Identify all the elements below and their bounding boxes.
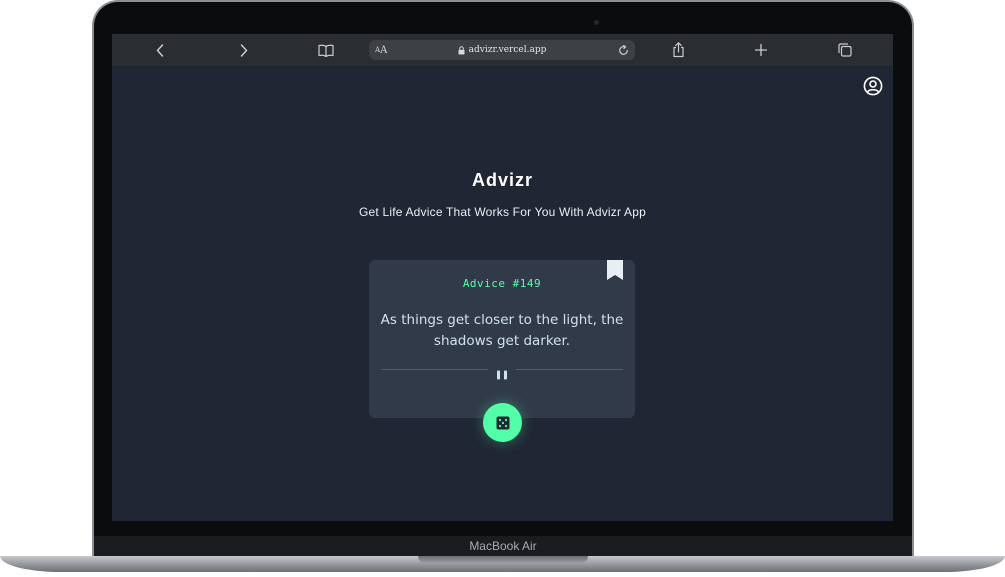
laptop-mockup: AA advizr.vercel.app Advizr Get Life Adv…	[0, 0, 1005, 577]
bottom-bezel: MacBook Air	[94, 536, 912, 556]
lock-icon	[458, 45, 465, 55]
screen: AA advizr.vercel.app Advizr Get Life Adv…	[112, 34, 893, 521]
dice-icon	[496, 416, 509, 429]
reload-button[interactable]	[618, 40, 629, 60]
user-circle-icon	[863, 76, 883, 96]
url-text: advizr.vercel.app	[468, 45, 547, 55]
app-subtitle: Get Life Advice That Works For You With …	[358, 205, 647, 219]
url-display[interactable]: advizr.vercel.app	[369, 40, 635, 60]
tabs-overview-button[interactable]	[836, 34, 854, 66]
new-advice-button[interactable]	[483, 403, 522, 442]
book-icon	[318, 44, 334, 57]
forward-button[interactable]	[234, 34, 254, 66]
advice-quote: As things get closer to the light, the s…	[380, 312, 624, 349]
browser-toolbar: AA advizr.vercel.app	[112, 34, 893, 66]
share-button[interactable]	[669, 34, 687, 66]
app-title: Advizr	[471, 170, 533, 190]
profile-button[interactable]	[863, 76, 883, 96]
advice-number: Advice #149	[462, 277, 542, 290]
reader-button[interactable]	[316, 34, 336, 66]
new-tab-button[interactable]	[752, 34, 770, 66]
chevron-right-icon	[240, 43, 248, 57]
advizr-page: Advizr Get Life Advice That Works For Yo…	[112, 66, 893, 521]
share-icon	[672, 42, 684, 58]
camera	[594, 20, 599, 25]
device-brand-label: MacBook Air	[469, 539, 537, 553]
plus-icon	[755, 44, 767, 56]
divider-left	[381, 369, 488, 370]
reload-icon	[619, 44, 628, 55]
pause-icon	[495, 365, 509, 380]
back-button[interactable]	[150, 34, 170, 66]
advice-card: Advice #149 As things get closer to the …	[369, 260, 635, 418]
laptop-notch	[418, 556, 588, 563]
tabs-icon	[838, 43, 852, 57]
address-bar[interactable]: AA advizr.vercel.app	[369, 40, 635, 60]
divider-right	[516, 369, 623, 370]
chevron-left-icon	[156, 43, 164, 57]
